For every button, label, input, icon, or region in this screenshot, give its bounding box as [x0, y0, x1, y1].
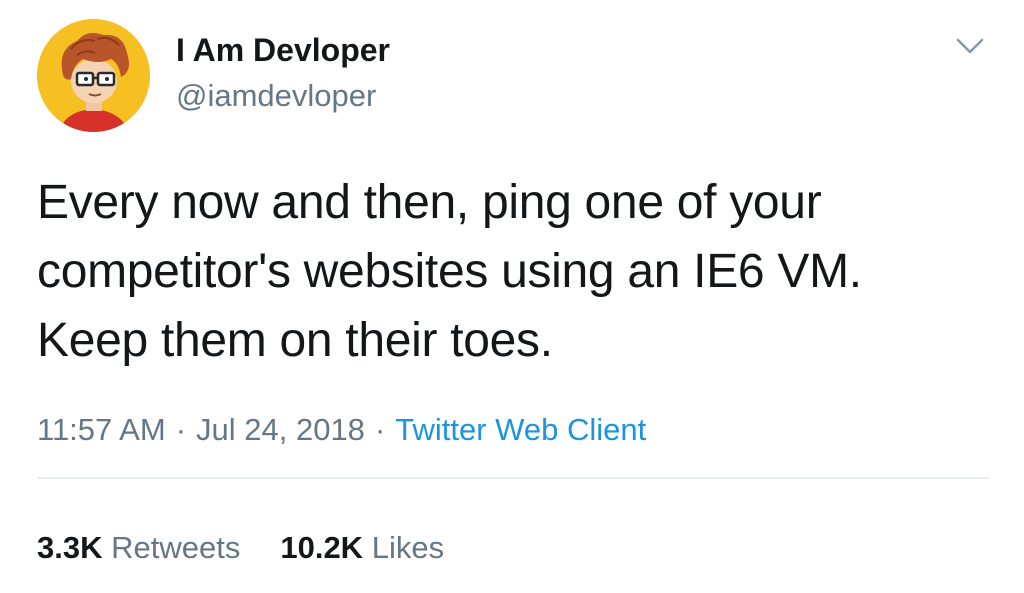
retweets-label: Retweets — [111, 530, 241, 565]
likes-label: Likes — [371, 530, 445, 565]
author-avatar[interactable] — [37, 19, 150, 132]
tweet-source-link[interactable]: Twitter Web Client — [395, 412, 646, 447]
cartoon-developer-icon — [37, 19, 150, 132]
retweets-count: 3.3K — [37, 530, 103, 565]
tweet-date[interactable]: Jul 24, 2018 — [196, 412, 365, 447]
tweet-text: Every now and then, ping one of your com… — [37, 176, 862, 367]
retweets-stat[interactable]: 3.3K Retweets — [37, 526, 240, 570]
chevron-down-icon[interactable] — [955, 34, 985, 58]
divider — [37, 477, 989, 479]
tweet-meta: 11:57 AM · Jul 24, 2018 · Twitter Web Client — [37, 408, 646, 452]
tweet-card: I Am Devloper @iamdevloper Every now and… — [0, 0, 1024, 593]
author-name[interactable]: I Am Devloper — [176, 30, 390, 70]
tweet-time[interactable]: 11:57 AM — [37, 412, 166, 447]
tweet-stats: 3.3K Retweets 10.2K Likes — [37, 526, 444, 570]
meta-separator: · — [374, 412, 386, 447]
likes-stat[interactable]: 10.2K Likes — [280, 526, 444, 570]
author-handle[interactable]: @iamdevloper — [176, 76, 376, 116]
meta-separator: · — [175, 412, 187, 447]
likes-count: 10.2K — [280, 530, 364, 565]
